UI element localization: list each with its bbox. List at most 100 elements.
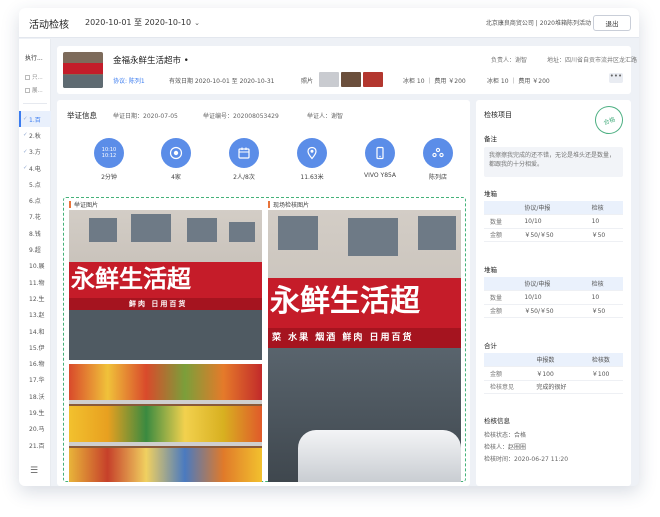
checkbox-icon — [25, 87, 30, 93]
onsite-photo-label: 现场检核图片 — [268, 200, 309, 209]
store-label: 12.生 — [29, 295, 45, 303]
store-label: 6.点 — [29, 198, 41, 206]
evidence-shelf-photo[interactable] — [69, 364, 262, 482]
sidebar-store-item[interactable]: 7.花 — [19, 209, 51, 225]
check-title: 检核项目 — [484, 111, 512, 119]
table-row: 数量 10/10 10 — [484, 290, 623, 305]
store-address: 地址：四川省自贡市流井区龙汇路 — [547, 57, 638, 64]
store-responsible: 负责人：谢智 — [491, 57, 528, 64]
top-bar: 活动检核 2020-10-01 至 2020-10-10 ⌄ 北京康良商贸公司 |… — [19, 8, 639, 38]
remark-label: 备注 — [484, 135, 497, 143]
calendar-icon — [229, 138, 259, 168]
sidebar-store-item[interactable]: 5.点 — [19, 176, 51, 192]
store-label: 19.生 — [29, 409, 45, 417]
table-row: 检核意见 完成的很好 — [484, 380, 623, 394]
camera-lens-icon — [161, 138, 191, 168]
metric-device: VIVO Y85A — [350, 138, 410, 179]
sidebar-store-item[interactable]: 11.物 — [19, 274, 51, 290]
store-list: ✓ 1.百 ✓ 2.秋 ✓ 3.方 ✓ 4.电 5.点 6.点 7.花 8.钱 9.超 10.展 11.物 1… — [19, 111, 51, 453]
store-label: 11.物 — [29, 279, 45, 287]
sidebar-store-item[interactable]: 13.赵 — [19, 307, 51, 323]
location-pin-icon — [297, 138, 327, 168]
store-label: 2.秋 — [29, 132, 41, 140]
sidebar-store-item[interactable]: 6.点 — [19, 192, 51, 208]
company-activity-label: 北京康良商贸公司 | 2020堆箱陈列活动 — [485, 20, 591, 27]
store-thumbnail[interactable] — [63, 52, 103, 88]
table-row: 金额 ￥100 ￥100 — [484, 366, 623, 381]
check-time: 检核时间：2020-06-27 11:20 — [484, 456, 569, 463]
store-label: 14.和 — [29, 328, 45, 336]
sidebar-store-item[interactable]: ✓ 1.百 — [19, 111, 51, 128]
table-row: 金额 ￥50/￥50 ￥50 — [484, 304, 623, 318]
phone-icon — [365, 138, 395, 168]
sidebar-store-item[interactable]: 10.展 — [19, 258, 51, 274]
photo-thumbnail[interactable] — [341, 72, 361, 87]
sidebar-store-item[interactable]: 20.马 — [19, 421, 51, 437]
section-title: 堆箱 — [484, 190, 497, 198]
photo-thumbnail[interactable] — [319, 72, 339, 87]
date-range-selector[interactable]: 2020-10-01 至 2020-10-10 ⌄ — [85, 17, 200, 28]
page-title: 活动检核 — [29, 20, 69, 31]
store-label: 20.马 — [29, 426, 45, 434]
metric-duration: 10:10 10:12 2分钟 — [79, 138, 139, 181]
verification-panel: 举证信息 举证日期：2020-07-05 举证编号：202008053429 举… — [57, 100, 470, 486]
storefront-sign: 永鲜生活超 鲜肉 日用百货 — [69, 262, 262, 310]
sidebar-store-item[interactable]: ✓ 4.电 — [19, 160, 51, 176]
sidebar-store-item[interactable]: 17.华 — [19, 372, 51, 388]
table-row: 数量 10/10 10 — [484, 214, 623, 229]
section-title: 堆箱 — [484, 266, 497, 274]
more-options-button[interactable]: ••• — [609, 73, 623, 83]
store-label: 1.百 — [29, 116, 41, 124]
list-toggle-icon[interactable]: ☰ — [30, 466, 38, 476]
metric-visits: 2人/8次 — [214, 138, 274, 181]
app-window: 活动检核 2020-10-01 至 2020-10-10 ⌄ 北京康良商贸公司 |… — [19, 8, 639, 486]
store-label: 3.方 — [29, 149, 41, 157]
store-label: 17.华 — [29, 377, 45, 385]
sidebar-store-item[interactable]: 15.伊 — [19, 339, 51, 355]
store-label: 10.展 — [29, 263, 45, 271]
checkbox-icon — [25, 74, 30, 80]
parked-car — [298, 430, 461, 482]
chevron-down-icon: ⌄ — [194, 19, 200, 27]
sidebar-store-item[interactable]: 9.超 — [19, 241, 51, 257]
store-label: 5.点 — [29, 181, 41, 189]
exit-button[interactable]: 退出 — [593, 15, 631, 31]
sidebar-store-item[interactable]: 16.物 — [19, 355, 51, 371]
divider — [23, 103, 47, 104]
evidence-storefront-photo[interactable]: 永鲜生活超 鲜肉 日用百货 — [69, 210, 262, 360]
sidebar-store-item[interactable]: 14.和 — [19, 323, 51, 339]
store-label: 13.赵 — [29, 312, 45, 320]
store-label: 4.电 — [29, 165, 41, 173]
verification-title: 举证信息 — [67, 111, 97, 120]
sidebar-store-item[interactable]: 19.生 — [19, 404, 51, 420]
evidence-photo-label: 举证图片 — [69, 200, 98, 209]
table-row: 金额 ￥50/￥50 ￥50 — [484, 228, 623, 242]
verification-person: 举证人：谢智 — [307, 113, 344, 120]
metric-distance: 11.63米 — [282, 138, 342, 181]
filter-checkbox-only[interactable]: 只... — [25, 73, 43, 81]
store-icon — [423, 138, 453, 168]
onsite-storefront-photo[interactable]: 永鲜生活超菜 水果 烟酒 鲜肉 日用百货 — [268, 210, 461, 482]
store-name: 金福永鲜生活超市 • — [113, 56, 189, 66]
photo-thumbnail[interactable] — [363, 72, 383, 87]
clock-icon: 10:10 10:12 — [94, 138, 124, 168]
sidebar-store-item[interactable]: 12.生 — [19, 290, 51, 306]
sidebar-store-item[interactable]: ✓ 3.方 — [19, 144, 51, 160]
freezer-fee-2: 冰柜 10 ｜ 费用 ￥200 — [487, 78, 550, 85]
storefront-sign: 永鲜生活超菜 水果 烟酒 鲜肉 日用百货 — [268, 278, 461, 348]
store-label: 16.物 — [29, 361, 45, 369]
check-table-total: 申报数 检核数 金额 ￥100 ￥100 检核意见 完成的很好 — [484, 353, 623, 394]
check-panel: 检核项目 合格 备注 我擦擦我完成的还不错，无论是堆头还是数量，都跟我的十分相爱… — [476, 100, 631, 486]
sidebar-store-item[interactable]: ✓ 2.秋 — [19, 127, 51, 143]
sidebar-store-item[interactable]: 8.钱 — [19, 225, 51, 241]
check-table-1: 协议/申报 检核 数量 10/10 10 金额 ￥50/￥50 ￥50 — [484, 201, 623, 242]
valid-period: 有效日期 2020-10-01 至 2020-10-31 — [169, 78, 275, 85]
metric-stores: 4家 — [146, 138, 206, 181]
filter-checkbox-expand[interactable]: 展... — [25, 86, 43, 94]
sidebar-store-item[interactable]: 18.沃 — [19, 388, 51, 404]
store-label: 7.花 — [29, 214, 41, 222]
protocol-link[interactable]: 协议: 陈列1 — [113, 76, 145, 85]
check-info-title: 检核信息 — [484, 417, 510, 425]
sidebar: 执行... 只... 展... ✓ 1.百 ✓ 2.秋 ✓ 3.方 ✓ 4.电 5.点 6.点 7.… — [19, 39, 51, 486]
sidebar-store-item[interactable]: 21.百 — [19, 437, 51, 453]
